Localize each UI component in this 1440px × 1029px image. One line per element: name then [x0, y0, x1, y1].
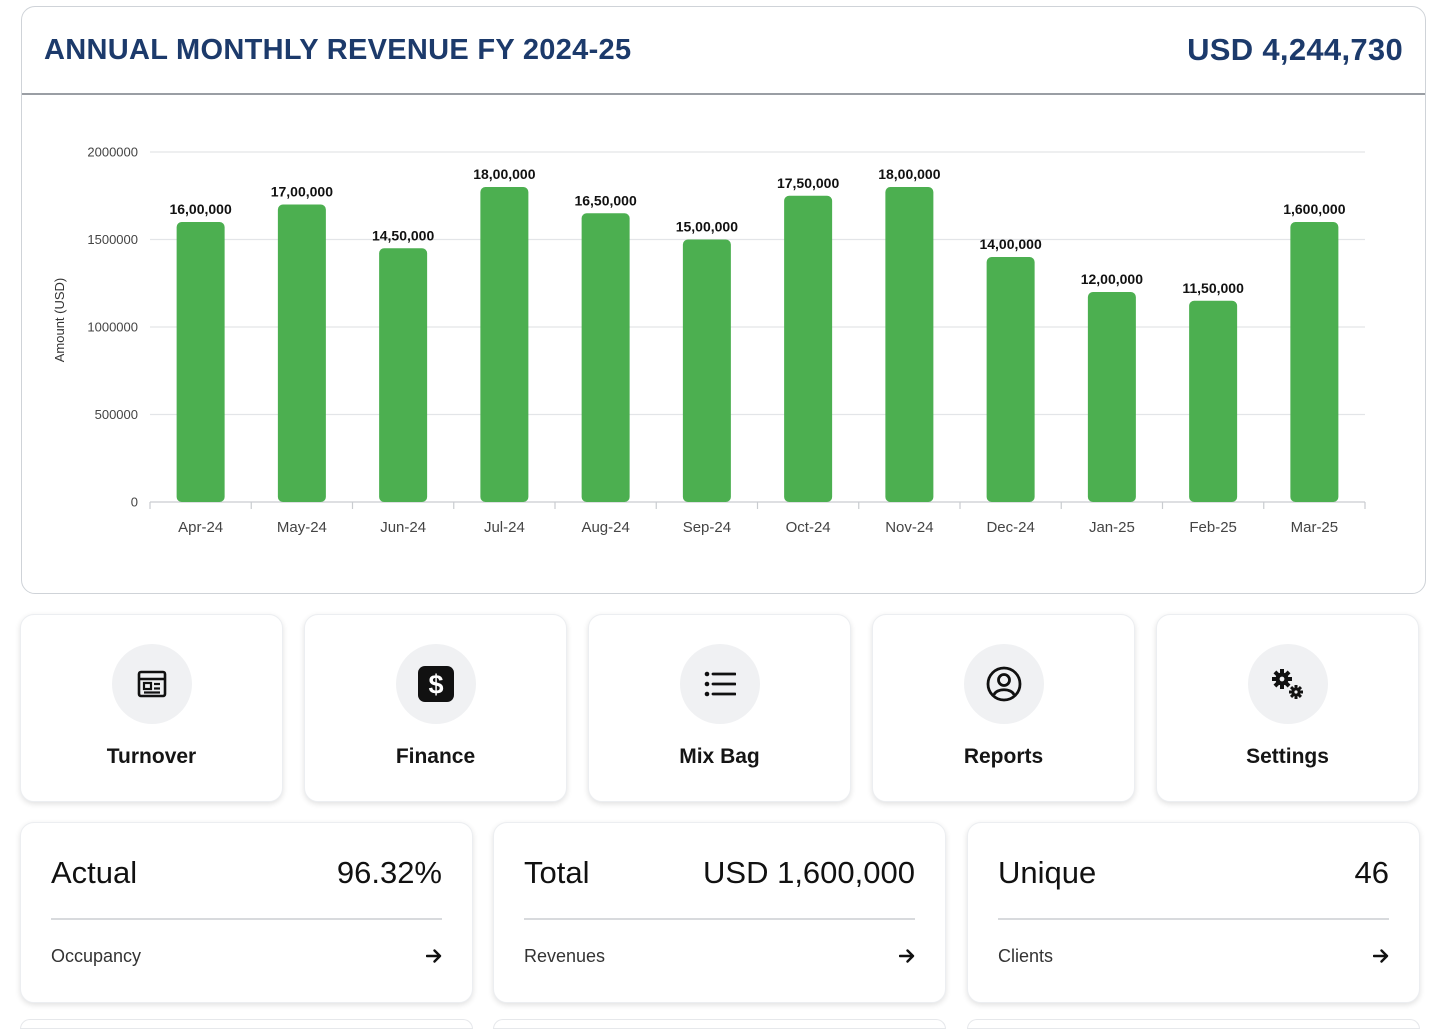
y-tick-label: 1000000 [87, 320, 138, 335]
stat-label: Total [524, 855, 590, 890]
bar-sep-24 [682, 239, 731, 502]
tile-icon-circle: $ [395, 644, 476, 724]
bar-mar-25 [1290, 222, 1339, 502]
bar-feb-25 [1189, 300, 1238, 502]
x-tick-label: May-24 [277, 519, 327, 536]
revenue-chart-card: ANNUAL MONTHLY REVENUE FY 2024-25 USD 4,… [21, 6, 1426, 594]
x-tick-label: Mar-25 [1291, 519, 1339, 536]
tile-turnover[interactable]: Turnover [20, 614, 283, 802]
stat-header: Actual 96.32% [51, 855, 442, 891]
bar-oct-24 [784, 195, 833, 502]
stat-card-occupancy: Actual 96.32% Occupancy [20, 822, 473, 1003]
y-tick-label: 2000000 [87, 145, 138, 160]
dollar-icon: $ [417, 666, 454, 702]
tile-reports[interactable]: Reports [872, 614, 1135, 802]
bar-dec-24 [986, 257, 1035, 502]
x-tick-label: Apr-24 [178, 519, 223, 536]
tile-mix-bag[interactable]: Mix Bag [588, 614, 851, 802]
next-card-edge [493, 1019, 946, 1029]
data-label: 18,00,000 [473, 166, 535, 182]
data-label: 17,00,000 [271, 184, 333, 200]
x-tick-label: Sep-24 [683, 519, 731, 536]
divider [998, 918, 1389, 920]
data-label: 18,00,000 [878, 166, 940, 182]
data-label: 16,50,000 [574, 192, 636, 208]
tile-finance[interactable]: $ Finance [304, 614, 567, 802]
x-tick-label: Jul-24 [484, 519, 525, 536]
occupancy-link[interactable]: Occupancy [51, 941, 442, 971]
data-label: 14,50,000 [372, 227, 434, 243]
stat-card-revenues: Total USD 1,600,000 Revenues [493, 822, 946, 1003]
arrow-right-icon[interactable] [426, 949, 442, 963]
tile-settings[interactable]: Settings [1156, 614, 1419, 802]
user-circle-icon [986, 666, 1021, 702]
bar-jan-25 [1087, 292, 1136, 502]
data-label: 1,600,000 [1283, 201, 1345, 217]
data-label: 17,50,000 [777, 175, 839, 191]
y-tick-label: 0 [131, 495, 138, 510]
clients-link[interactable]: Clients [998, 941, 1389, 971]
tile-icon-circle [1247, 644, 1328, 724]
tile-label: Finance [395, 745, 476, 768]
tile-label: Mix Bag [679, 745, 760, 768]
list-icon [704, 671, 736, 697]
data-label: 11,50,000 [1182, 280, 1244, 296]
stat-value: 46 [1354, 855, 1389, 890]
y-axis-label: Amount (USD) [52, 278, 67, 363]
bar-aug-24 [581, 213, 630, 502]
y-tick-label: 500000 [95, 407, 138, 422]
bar-jun-24 [379, 248, 428, 502]
divider [51, 918, 442, 920]
stat-sub-label: Occupancy [51, 945, 142, 966]
arrow-right-icon[interactable] [1373, 949, 1389, 963]
data-label: 14,00,000 [979, 236, 1041, 252]
next-card-edge [967, 1019, 1420, 1029]
revenues-link[interactable]: Revenues [524, 941, 915, 971]
stat-value: 96.32% [336, 855, 442, 890]
gears-icon [1271, 669, 1303, 699]
data-label: 12,00,000 [1081, 271, 1143, 287]
stat-sub-label: Clients [998, 945, 1054, 966]
y-tick-label: 1500000 [87, 232, 138, 247]
revenue-bar-chart: 0 500000 1000000 1500000 2000000 Amount (USD)… [52, 145, 1366, 536]
x-tick-label: Nov-24 [885, 519, 933, 536]
x-tick-label: Jun-24 [380, 519, 426, 536]
stat-value: USD 1,600,000 [703, 855, 915, 890]
x-tick-label: Feb-25 [1189, 519, 1237, 536]
x-tick-label: Aug-24 [581, 519, 629, 536]
tile-label: Reports [963, 745, 1044, 768]
stat-label: Unique [998, 855, 1097, 890]
x-tick-label: Oct-24 [786, 519, 831, 536]
stat-header: Total USD 1,600,000 [524, 855, 915, 891]
bar-may-24 [277, 204, 326, 502]
stat-card-clients: Unique 46 Clients [967, 822, 1420, 1003]
bar-nov-24 [885, 187, 934, 502]
data-label: 15,00,000 [676, 219, 738, 235]
bar-jul-24 [480, 187, 529, 502]
x-tick-label: Jan-25 [1089, 519, 1135, 536]
next-card-edge [20, 1019, 473, 1029]
svg-text:$: $ [428, 670, 443, 700]
x-tick-label: Dec-24 [986, 519, 1034, 536]
tile-icon-circle [111, 644, 192, 724]
divider [524, 918, 915, 920]
stat-sub-label: Revenues [524, 945, 606, 966]
tile-label: Settings [1246, 745, 1329, 768]
tile-icon-circle [963, 644, 1044, 724]
tile-icon-circle [679, 644, 760, 724]
data-label: 16,00,000 [169, 201, 231, 217]
bar-apr-24 [176, 222, 225, 502]
tile-label: Turnover [106, 745, 197, 768]
stat-label: Actual [51, 855, 138, 890]
arrow-right-icon[interactable] [899, 949, 915, 963]
stat-header: Unique 46 [998, 855, 1389, 891]
newspaper-icon [137, 670, 166, 698]
